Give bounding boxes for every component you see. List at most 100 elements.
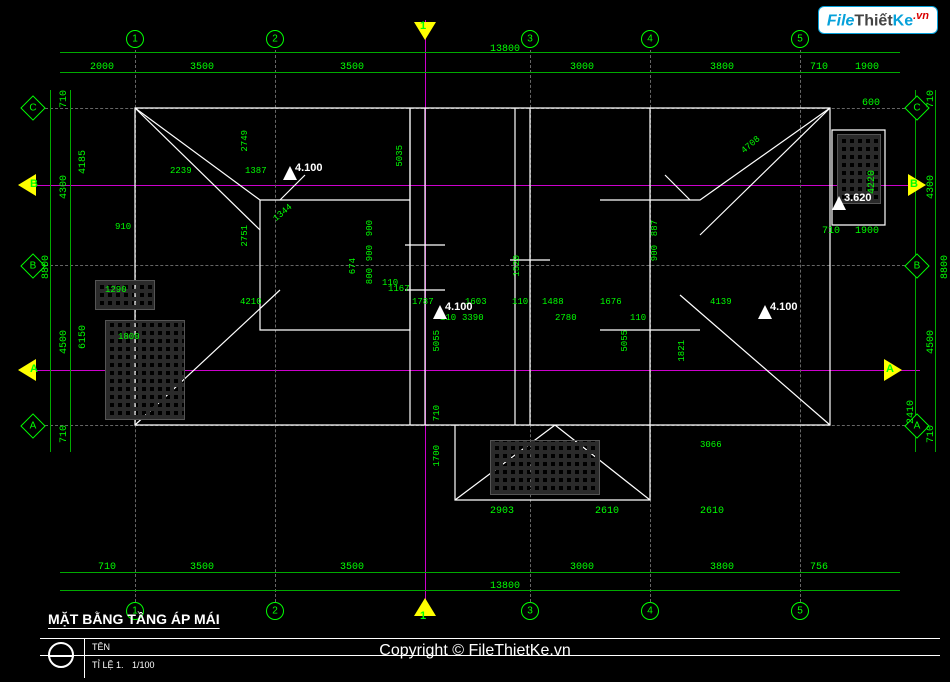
dim: 3800 <box>710 562 734 573</box>
dim: 3000 <box>570 562 594 573</box>
dim-extent-bottom <box>60 572 900 573</box>
elevation-icon <box>283 166 297 180</box>
dim: 1488 <box>542 297 564 307</box>
grid-bubble-5-top: 5 <box>791 30 809 48</box>
hatch-tile <box>105 320 185 420</box>
dim: 3500 <box>190 62 214 73</box>
elevation-mark: 4.100 <box>295 162 323 174</box>
section-mark-1-top: 1 <box>414 22 436 44</box>
grid-bubble-1-top: 1 <box>126 30 144 48</box>
elevation-mark: 4.100 <box>770 301 798 313</box>
cad-drawing: 1 2 3 4 5 1 2 3 4 5 C B A C B A B B A A … <box>0 0 950 682</box>
titleblock-scale-label: TỈ LỆ 1. <box>92 660 124 670</box>
dim-overall: 8800 <box>41 255 52 279</box>
dim-overall: 13800 <box>490 581 520 592</box>
elevation-mark: 4.100 <box>445 301 473 313</box>
section-mark-b-left: B <box>18 174 40 196</box>
grid-bubble-2-top: 2 <box>266 30 284 48</box>
dim: 710 <box>98 562 116 573</box>
dim: 2903 <box>490 506 514 517</box>
dim: 674 <box>348 258 358 274</box>
grid-bubble-3-bot: 3 <box>521 602 539 620</box>
watermark-logo: FileThiếtKe.vn <box>818 6 938 34</box>
dim: 1800 <box>118 332 140 342</box>
section-mark-a-left: A <box>18 359 40 381</box>
titleblock-name-label: TÊN <box>92 642 110 652</box>
dim: 910 <box>115 222 131 232</box>
dim: 710 <box>926 90 937 108</box>
dim: 5055 <box>432 330 442 352</box>
dim: 2749 <box>240 130 250 152</box>
dim: 900 <box>650 245 660 261</box>
dim: 2239 <box>170 166 192 176</box>
dim: 887 <box>650 220 660 236</box>
dim: 800 <box>365 268 375 284</box>
titleblock-rule <box>84 638 85 678</box>
elevation-icon <box>433 305 447 319</box>
north-symbol <box>48 642 74 668</box>
dim: 2000 <box>90 62 114 73</box>
dim: 4210 <box>240 297 262 307</box>
dim: 3500 <box>340 62 364 73</box>
dim: 3000 <box>570 62 594 73</box>
drawing-title: MẶT BẰNG TẦNG ÁP MÁI <box>48 611 220 627</box>
titleblock-rule <box>40 638 940 639</box>
hatch-tile <box>490 440 600 495</box>
dim: 4300 <box>926 175 937 199</box>
dim: 1387 <box>245 166 267 176</box>
dim: 1167 <box>388 284 410 294</box>
dim-extent-bottom-overall <box>60 590 900 591</box>
dim: 4500 <box>59 330 70 354</box>
dim: 3500 <box>340 562 364 573</box>
dim: 2410 <box>906 400 917 424</box>
dim: 4220 <box>867 170 878 194</box>
elevation-icon <box>832 196 846 210</box>
dim: 2610 <box>595 506 619 517</box>
dim: 1787 <box>412 297 434 307</box>
dim: 710 <box>926 425 937 443</box>
dim: 710 <box>822 226 840 237</box>
dim: 6150 <box>78 325 89 349</box>
dim: 1900 <box>855 226 879 237</box>
dim: 5035 <box>395 145 405 167</box>
dim: 2610 <box>700 506 724 517</box>
dim: 4139 <box>710 297 732 307</box>
dim-overall: 8800 <box>940 255 950 279</box>
dim: 5055 <box>620 330 630 352</box>
dim: 900 <box>365 245 375 261</box>
dim: 2780 <box>555 313 577 323</box>
dim: 1676 <box>600 297 622 307</box>
dim: 4500 <box>926 330 937 354</box>
dim: 1900 <box>855 62 879 73</box>
dim: 900 <box>365 220 375 236</box>
dim: 710 <box>59 425 70 443</box>
dim: 4300 <box>59 175 70 199</box>
dim: 1821 <box>677 340 687 362</box>
dim: 110 <box>630 313 646 323</box>
section-mark-a-right: A <box>884 359 906 381</box>
dim: 3500 <box>190 562 214 573</box>
grid-bubble-4-top: 4 <box>641 30 659 48</box>
dim-overall: 13800 <box>490 44 520 55</box>
dim: 3390 <box>462 313 484 323</box>
section-mark-1-bot: 1 <box>414 598 436 620</box>
dim: 1520 <box>512 255 522 277</box>
dim: 710 <box>59 90 70 108</box>
dim: 1290 <box>105 285 127 295</box>
dim: 710 <box>432 405 442 421</box>
dim: 3066 <box>700 440 722 450</box>
elevation-mark: 3.620 <box>844 192 872 204</box>
grid-bubble-5-bot: 5 <box>791 602 809 620</box>
grid-bubble-2-bot: 2 <box>266 602 284 620</box>
watermark-copyright: Copyright © FileThietKe.vn <box>379 642 570 660</box>
elevation-icon <box>758 305 772 319</box>
dim: 756 <box>810 562 828 573</box>
dim: 110 <box>512 297 528 307</box>
titleblock-scale-value: 1/100 <box>132 660 155 670</box>
dim: 600 <box>862 98 880 109</box>
dim: 1700 <box>432 445 442 467</box>
grid-bubble-3-top: 3 <box>521 30 539 48</box>
dim: 3800 <box>710 62 734 73</box>
dim: 4185 <box>78 150 89 174</box>
grid-bubble-4-bot: 4 <box>641 602 659 620</box>
